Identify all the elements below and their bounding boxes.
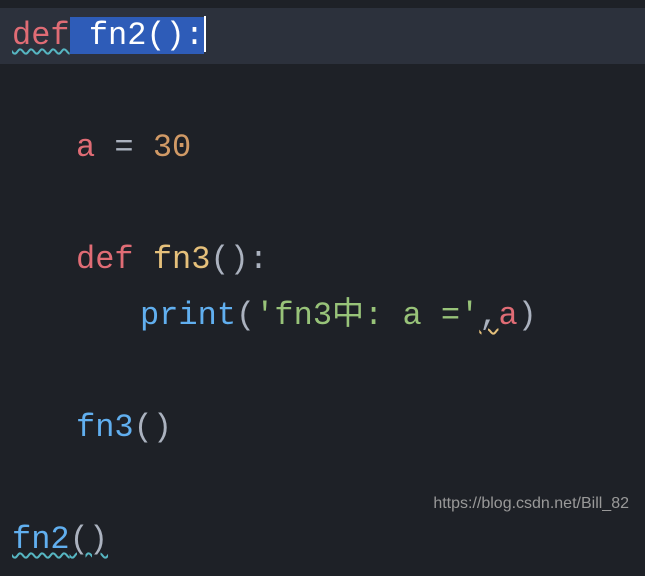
code-line-blank[interactable] [0, 176, 645, 232]
code-line-blank[interactable] [0, 64, 645, 120]
variable: a [76, 129, 95, 166]
code-line-10[interactable]: fn2() [0, 512, 645, 568]
colon: : [249, 241, 268, 278]
builtin-print: print [140, 297, 236, 334]
code-line-5[interactable]: def fn3(): [0, 232, 645, 288]
comma: , [479, 297, 498, 334]
code-line-6[interactable]: print('fn3中: a =',a) [0, 288, 645, 344]
number-literal: 30 [153, 129, 191, 166]
code-line-3[interactable]: a = 30 [0, 120, 645, 176]
parentheses: () [210, 241, 248, 278]
parentheses: () [70, 521, 108, 558]
function-call: fn2 [12, 521, 70, 558]
function-name: fn2 [89, 17, 147, 54]
code-line-1[interactable]: def fn2(): [0, 8, 645, 64]
text-cursor [204, 16, 206, 52]
colon: : [185, 17, 204, 54]
watermark-text: https://blog.csdn.net/Bill_82 [433, 495, 629, 513]
function-call: fn3 [76, 409, 134, 446]
string-literal: 'fn3中: a =' [255, 297, 479, 334]
operator-assign: = [114, 129, 133, 166]
code-editor[interactable]: def fn2(): a = 30 def fn3(): print('fn3中… [0, 0, 645, 576]
variable: a [498, 297, 517, 334]
code-line-blank[interactable] [0, 344, 645, 400]
paren-open: ( [236, 297, 255, 334]
parentheses: () [134, 409, 172, 446]
keyword-def: def [76, 241, 134, 278]
code-line-8[interactable]: fn3() [0, 400, 645, 456]
function-name: fn3 [153, 241, 211, 278]
selection-highlight: fn2(): [70, 17, 204, 54]
paren-close: ) [518, 297, 537, 334]
parentheses: () [146, 17, 184, 54]
keyword-def: def [12, 17, 70, 54]
